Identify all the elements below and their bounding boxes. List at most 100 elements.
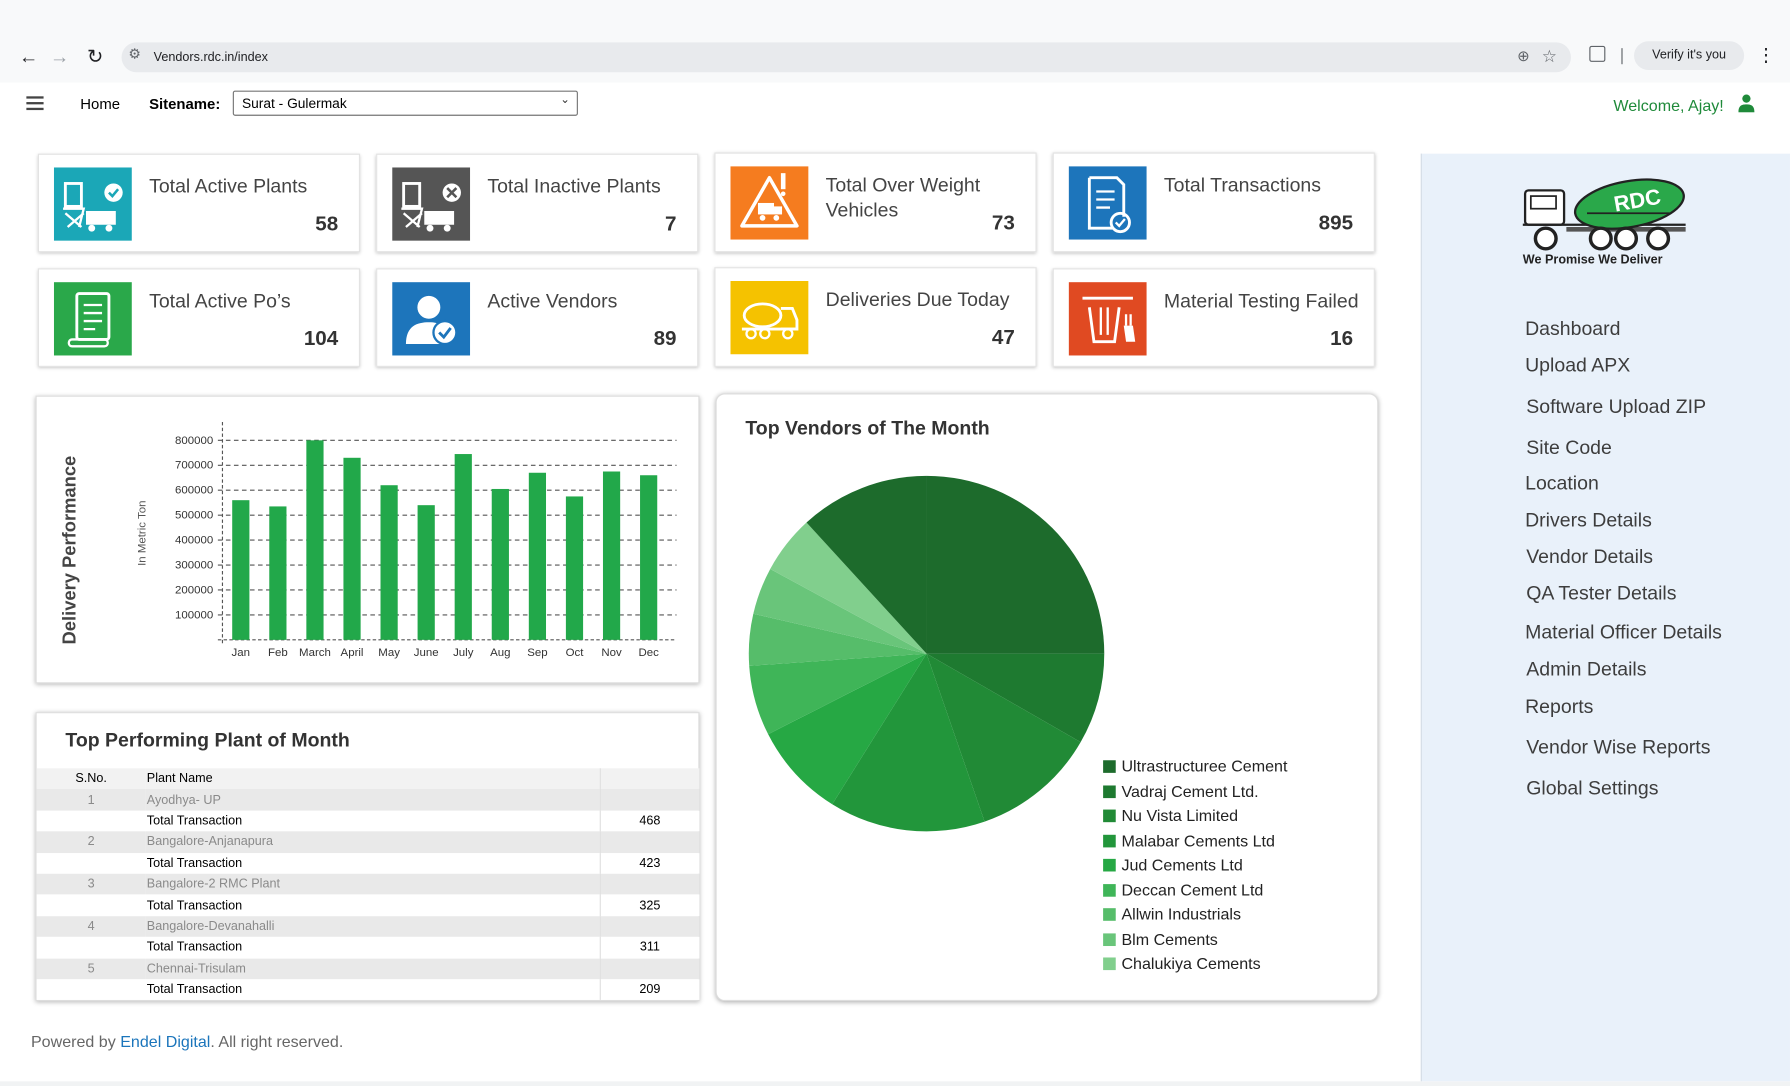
card-total-overweight-vehicles[interactable]: Total Over Weight Vehicles 73 (714, 152, 1037, 253)
purchase-order-list-icon (53, 282, 132, 356)
col-plant-name-header: Plant Name (145, 768, 601, 790)
y-tick-label: 700000 (175, 460, 213, 472)
legend-label: Blm Cements (1121, 929, 1218, 948)
card-total-active-plants[interactable]: Total Active Plants 58 (37, 153, 361, 253)
top-vendors-title: Top Vendors of The Month (745, 417, 990, 440)
bar-jan (232, 500, 250, 640)
sidebar-item-site-code[interactable]: Site Code (1526, 437, 1612, 460)
bookmark-star-icon[interactable]: ☆ (1542, 46, 1557, 66)
y-tick-label: 200000 (175, 584, 213, 596)
legend-label: Allwin Industrials (1121, 904, 1242, 924)
card-total-inactive-plants[interactable]: Total Inactive Plants 7 (376, 153, 699, 253)
extensions-icon[interactable] (1589, 45, 1606, 62)
bar-march (306, 440, 324, 640)
user-icon[interactable] (1738, 94, 1755, 113)
url-text: Vendors.rdc.in/index (153, 50, 268, 65)
overweight-truck-warning-icon (730, 166, 809, 240)
legend-item: Jud Cements Ltd (1103, 855, 1243, 874)
col-total-header (600, 768, 700, 789)
home-link[interactable]: Home (80, 95, 120, 112)
top-vendors-pie-chart (748, 475, 1105, 832)
logo-tagline: We Promise We Deliver (1522, 253, 1663, 268)
row-empty (600, 958, 700, 979)
table-row: Total Transaction 325 (36, 894, 700, 916)
sidebar-item-material-officer-details[interactable]: Material Officer Details (1525, 622, 1722, 645)
table-row: 5 Chennai-Trisulam (36, 958, 700, 980)
row-empty (37, 895, 146, 916)
address-bar[interactable]: ⚙ Vendors.rdc.in/index ⊕ ☆ (121, 42, 1571, 73)
footer-company-link[interactable]: Endel Digital (120, 1032, 210, 1050)
y-tick-label: 400000 (175, 535, 213, 547)
sitename-label: Sitename: (149, 95, 221, 113)
bar-oct (565, 496, 584, 640)
legend-swatch (1103, 932, 1116, 946)
legend-item: Nu Vista Limited (1103, 806, 1238, 824)
row-empty (37, 853, 146, 874)
y-tick-label: 100000 (175, 609, 213, 621)
delivery-bar-chart: In Metric Ton 100000 200000 300000 400000 50… (137, 421, 677, 659)
table-row: 2 Bangalore-Anjanapura (36, 831, 700, 853)
x-tick-label: May (378, 647, 400, 659)
sidebar-item-qa-tester-details[interactable]: QA Tester Details (1526, 583, 1676, 606)
sidebar-item-software-upload-zip[interactable]: Software Upload ZIP (1526, 396, 1706, 419)
bar-april (343, 457, 361, 640)
card-value: 104 (303, 326, 339, 350)
card-total-active-pos[interactable]: Total Active Po’s 104 (37, 268, 361, 367)
sidebar-item-vendor-wise-reports[interactable]: Vendor Wise Reports (1526, 736, 1710, 759)
row-tx-total: 423 (639, 856, 661, 871)
back-arrow-icon[interactable]: ← (15, 44, 43, 72)
row-plant-name: Ayodhya- UP (145, 789, 601, 811)
card-total-transactions[interactable]: Total Transactions 895 (1052, 152, 1375, 253)
legend-label: Nu Vista Limited (1121, 806, 1239, 825)
legend-item: Blm Cements (1103, 929, 1218, 948)
forward-arrow-icon[interactable]: → (46, 44, 74, 72)
legend-item: Allwin Industrials (1103, 905, 1241, 923)
sitename-select[interactable]: Surat - Gulermak ⌄ (232, 90, 578, 116)
legend-swatch (1103, 760, 1116, 773)
sidebar-item-dashboard[interactable]: Dashboard (1525, 318, 1620, 341)
row-tx-label: Total Transaction (145, 852, 601, 874)
card-material-testing-failed[interactable]: Material Testing Failed 16 (1052, 268, 1375, 367)
card-title: Active Vendors (487, 290, 618, 312)
toolbar-divider (1621, 48, 1623, 65)
card-deliveries-due-today[interactable]: Deliveries Due Today 47 (714, 267, 1037, 367)
col-sno-header: S.No. (75, 771, 107, 786)
site-settings-icon[interactable]: ⚙ (128, 46, 140, 62)
card-value: 58 (315, 212, 339, 236)
bar-feb (269, 506, 287, 640)
legend-label: Chalukiya Cements (1121, 954, 1261, 973)
footer: Powered by Endel Digital. All right rese… (31, 1032, 343, 1050)
y-tick-label: 800000 (175, 435, 213, 447)
sidebar-item-location[interactable]: Location (1525, 472, 1599, 495)
row-empty (37, 979, 146, 1000)
sidebar-item-upload-apx[interactable]: Upload APX (1525, 354, 1630, 377)
x-tick-label: April (341, 647, 364, 659)
zoom-icon[interactable]: ⊕ (1517, 47, 1530, 65)
row-empty (600, 916, 700, 937)
hamburger-menu-icon[interactable] (26, 96, 44, 111)
legend-swatch (1103, 883, 1116, 897)
table-row: Total Transaction 423 (36, 852, 700, 874)
sidebar-item-admin-details[interactable]: Admin Details (1526, 658, 1646, 681)
row-tx-total: 325 (639, 898, 661, 913)
row-tx-label: Total Transaction (145, 810, 601, 832)
card-active-vendors[interactable]: Active Vendors 89 (376, 268, 699, 367)
card-value: 89 (653, 326, 677, 350)
verify-identity-button[interactable]: Verify it's you (1634, 41, 1745, 70)
card-title: Material Testing Failed (1163, 290, 1359, 312)
legend-label: Malabar Cements Ltd (1121, 830, 1275, 850)
sidebar-item-reports[interactable]: Reports (1525, 696, 1593, 719)
bar-may (380, 485, 398, 640)
sidebar-item-vendor-details[interactable]: Vendor Details (1526, 546, 1653, 569)
sidebar-item-global-settings[interactable]: Global Settings (1526, 777, 1658, 800)
legend-swatch (1103, 834, 1116, 847)
row-empty (37, 810, 146, 831)
y-tick-label: 600000 (175, 485, 213, 497)
sidebar-item-drivers-details[interactable]: Drivers Details (1525, 509, 1652, 532)
browser-menu-icon[interactable]: ⋮ (1757, 44, 1775, 67)
reload-icon[interactable]: ↻ (81, 44, 109, 72)
app-window: ← → ↻ ⚙ Vendors.rdc.in/index ⊕ ☆ Verify … (0, 0, 1790, 1082)
table-row: Total Transaction 468 (36, 810, 700, 832)
plant-check-icon (53, 167, 132, 241)
x-tick-label: Oct (566, 647, 585, 659)
